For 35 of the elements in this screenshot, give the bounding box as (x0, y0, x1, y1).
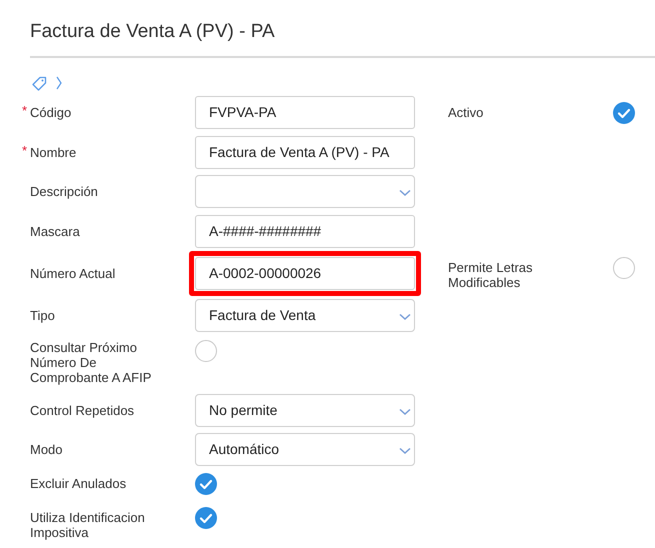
input-field[interactable]: Factura de Venta A (PV) - PA (195, 136, 415, 169)
input-field[interactable]: FVPVA-PA (195, 96, 415, 130)
field-label: Consultar Próximo Número De Comprobante A AFIP (30, 338, 152, 384)
field-label: Modo (30, 442, 63, 458)
select-field[interactable] (195, 175, 415, 208)
select-field[interactable]: Automático (195, 433, 415, 466)
page-title: Factura de Venta A (PV) - PA (30, 20, 276, 44)
tag-icon[interactable] (32, 76, 47, 90)
field-label: Mascara (30, 224, 80, 239)
field-label: Utiliza Identificacion Impositiva (30, 508, 146, 540)
field-label: Número Actual (30, 266, 116, 281)
required-asterisk: * (22, 102, 28, 120)
input-field[interactable]: A-0002-00000026 (195, 257, 415, 290)
input-field[interactable]: A-####-######## (195, 214, 415, 248)
checkbox[interactable] (195, 340, 217, 362)
checkbox[interactable] (613, 257, 635, 279)
chevron-down-icon (399, 313, 411, 322)
field-label: Código (30, 105, 72, 120)
chevron-down-icon (399, 408, 411, 416)
field-label: Control Repetidos (30, 402, 134, 418)
checkbox[interactable] (613, 102, 635, 124)
field-label: Descripción (30, 184, 98, 200)
field-label: Activo (448, 104, 484, 120)
required-asterisk: * (22, 142, 28, 160)
field-label: Excluir Anulados (30, 474, 126, 490)
chevron-right-icon[interactable] (56, 76, 62, 90)
checkbox[interactable] (195, 472, 217, 494)
checkbox[interactable] (195, 506, 217, 528)
select-field[interactable]: No permite (195, 394, 415, 427)
field-label: Permite Letras Modificables (448, 259, 534, 290)
chevron-down-icon (399, 189, 411, 198)
chevron-down-icon (399, 447, 411, 456)
select-field[interactable]: Factura de Venta (195, 299, 415, 332)
field-label: Tipo (30, 308, 55, 324)
field-label: Nombre (30, 144, 76, 160)
